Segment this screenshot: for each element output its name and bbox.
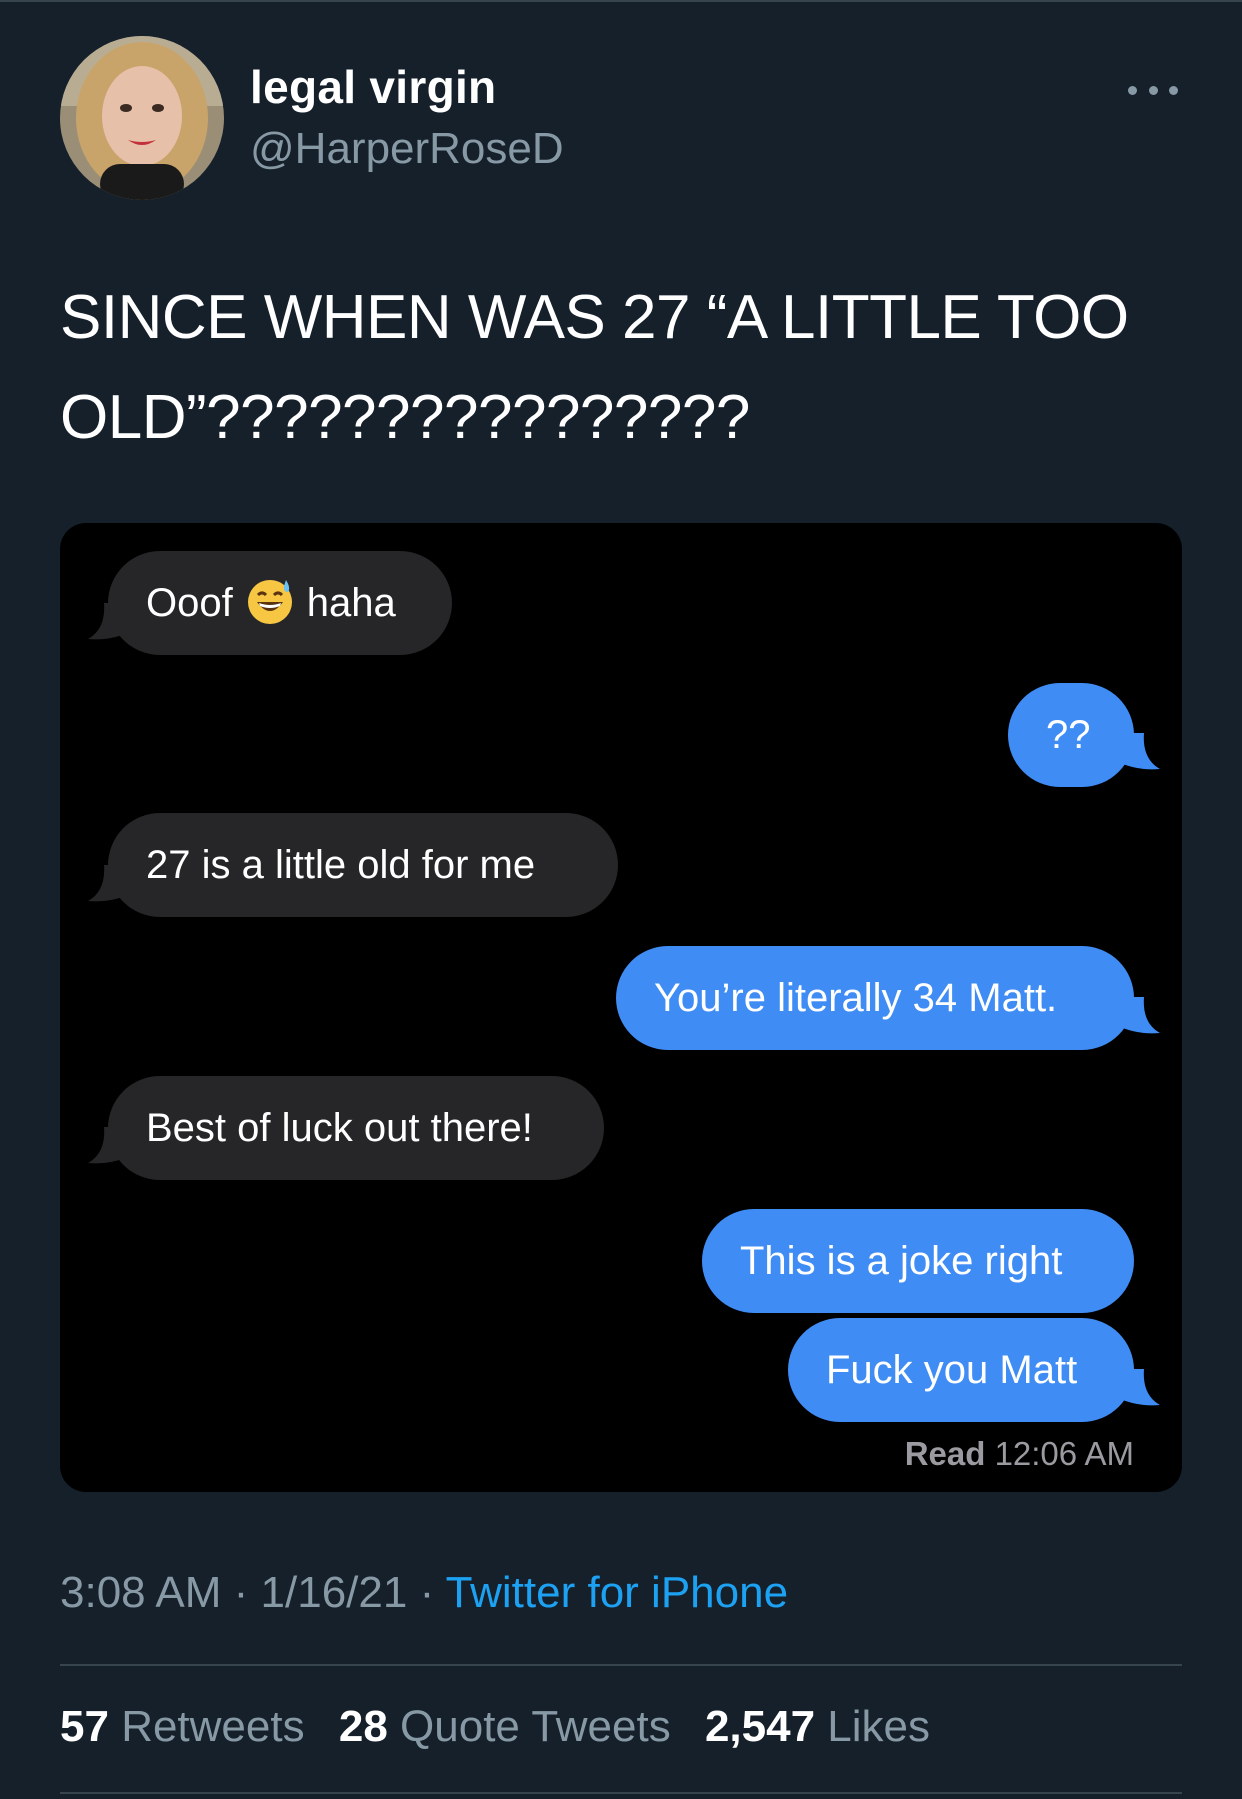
tweet-meta: 3:08 AM · 1/16/21 · Twitter for iPhone	[60, 1568, 789, 1617]
grinning-sweat-emoji-icon	[247, 580, 292, 624]
engagement-stats: 57 Retweets 28 Quote Tweets 2,547 Likes	[60, 1702, 952, 1752]
read-time: 12:06 AM	[994, 1435, 1134, 1472]
tweet-time[interactable]: 3:08 AM	[60, 1568, 221, 1617]
message-incoming-2: 27 is a little old for me	[108, 813, 618, 917]
message-text: ??	[1046, 713, 1091, 757]
message-text: Fuck you Matt	[826, 1348, 1078, 1392]
read-label: Read	[904, 1435, 986, 1472]
message-text: 27 is a little old for me	[146, 843, 536, 887]
message-incoming-3: Best of luck out there!	[108, 1076, 604, 1180]
message-text: You’re literally 34 Matt.	[654, 976, 1058, 1020]
user-handle[interactable]: @HarperRoseD	[250, 124, 564, 174]
message-text: This is a joke right	[740, 1239, 1063, 1283]
avatar[interactable]	[60, 36, 224, 200]
message-outgoing-2: You’re literally 34 Matt.	[616, 946, 1134, 1050]
tweet-text: SINCE WHEN WAS 27 “A LITTLE TOO OLD”????…	[60, 283, 1129, 452]
message-outgoing-4: Fuck you Matt	[788, 1318, 1134, 1422]
tweet-date[interactable]: 1/16/21	[261, 1568, 408, 1617]
top-divider	[0, 0, 1242, 2]
quote-tweets-stat[interactable]: 28 Quote Tweets	[339, 1702, 671, 1751]
divider	[60, 1664, 1182, 1666]
tweet-media-image[interactable]: Ooof haha ?? 27 is a little old for me Yo…	[60, 523, 1182, 1492]
read-receipt: Read 12:06 AM	[905, 1435, 1134, 1473]
message-incoming-1: Ooof haha	[108, 551, 452, 655]
message-text: haha	[306, 581, 396, 625]
message-text: Ooof	[146, 581, 233, 625]
more-horizontal-icon	[1128, 85, 1137, 95]
display-name[interactable]: legal virgin	[250, 60, 496, 114]
more-options-button[interactable]	[1128, 80, 1178, 100]
retweets-stat[interactable]: 57 Retweets	[60, 1702, 305, 1751]
message-outgoing-3: This is a joke right	[702, 1209, 1134, 1313]
message-outgoing-1: ??	[1008, 683, 1134, 787]
likes-stat[interactable]: 2,547 Likes	[705, 1702, 930, 1751]
divider	[60, 1792, 1182, 1794]
tweet-source-link[interactable]: Twitter for iPhone	[446, 1568, 788, 1617]
message-text: Best of luck out there!	[146, 1106, 533, 1150]
